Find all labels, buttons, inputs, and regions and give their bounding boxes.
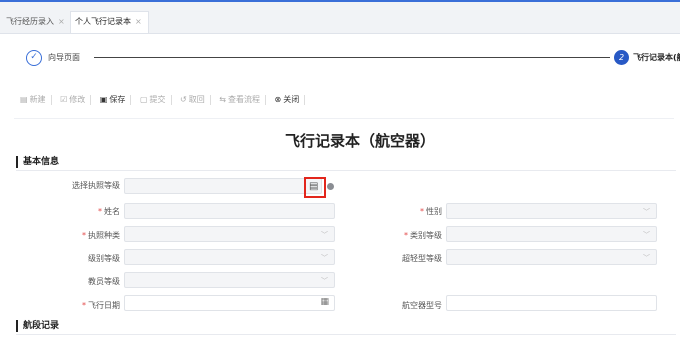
chevron-down-icon: ﹀ [321, 254, 328, 262]
divider [209, 94, 211, 105]
tab-label: 个人飞行记录本 [75, 17, 131, 26]
ultralight-level-select[interactable]: ﹀ [446, 249, 657, 265]
flight-date-input[interactable]: ▦ [124, 295, 335, 311]
check-icon[interactable]: ✓ [26, 50, 42, 66]
section-divider [16, 334, 676, 335]
tab-label: 飞行经历录入 [6, 17, 54, 26]
edit-label: 修改 [69, 95, 86, 104]
tab-personal-logbook[interactable]: 个人飞行记录本 × [70, 11, 149, 33]
save-button[interactable]: ▣ 保存 [100, 94, 126, 105]
picker-icon[interactable]: ▤ [309, 181, 318, 192]
save-label: 保存 [109, 95, 126, 104]
aircraft-model-label: 航空器型号 [402, 301, 442, 310]
new-icon: ▤ [20, 95, 28, 104]
gender-label: * 性别 [420, 207, 442, 216]
withdraw-button[interactable]: ↺ 取回 [180, 94, 205, 105]
category-level-label: * 类别等级 [404, 231, 442, 240]
name-field[interactable] [124, 203, 335, 219]
edit-icon: ☑ [60, 95, 68, 104]
withdraw-icon: ↺ [180, 95, 187, 104]
chevron-down-icon: ﹀ [321, 231, 328, 239]
license-level-label: 选择执照等级 [72, 181, 120, 190]
category-level-select[interactable]: ﹀ [446, 226, 657, 242]
name-label: * 姓名 [98, 207, 120, 216]
tab-close-icon[interactable]: × [58, 17, 65, 26]
chevron-down-icon: ﹀ [321, 277, 328, 285]
section-heading-basic-info: 基本信息 [16, 156, 59, 168]
save-icon: ▣ [99, 95, 108, 104]
class-level-select[interactable]: ﹀ [124, 249, 335, 265]
close-button[interactable]: ⊗ 关闭 [275, 94, 300, 105]
flight-logbook-page: 飞行经历录入 × 个人飞行记录本 × ✓ 向导页面 2 飞行记录本(航 ▤ 新建 ☑ 修… [0, 0, 680, 356]
section-heading-segment-records: 航段记录 [16, 320, 59, 332]
edit-button[interactable]: ☑ 修改 [60, 94, 85, 105]
step-wizard-label[interactable]: 向导页面 [48, 52, 80, 63]
submit-button[interactable]: ▢ 提交 [140, 94, 166, 105]
divider [90, 94, 92, 105]
action-toolbar: ▤ 新建 ☑ 修改 ▣ 保存 ▢ 提交 ↺ 取回 ⇆ 查看流程 ⊗ 关闭 [20, 94, 311, 108]
new-button[interactable]: ▤ 新建 [20, 94, 46, 105]
ultralight-level-label: 超轻型等级 [402, 254, 442, 263]
tab-bar: 飞行经历录入 × 个人飞行记录本 × [0, 0, 680, 34]
step-number-badge[interactable]: 2 [614, 50, 629, 65]
toolbar-divider [14, 118, 674, 119]
flight-date-label: * 飞行日期 [82, 301, 120, 310]
track-label: 查看流程 [228, 95, 260, 104]
divider [50, 94, 52, 105]
wizard-steps: ✓ 向导页面 2 飞行记录本(航 [0, 40, 680, 80]
instructor-level-label: 教员等级 [88, 277, 120, 286]
tab-bar-accent-line [0, 0, 680, 2]
tab-flight-experience-entry[interactable]: 飞行经历录入 × [2, 12, 71, 32]
calendar-icon[interactable]: ▦ [320, 297, 329, 307]
class-level-label: 级别等级 [88, 254, 120, 263]
divider [130, 94, 132, 105]
track-icon: ⇆ [219, 95, 226, 104]
divider [265, 94, 266, 105]
withdraw-label: 取回 [188, 95, 205, 104]
license-type-label: * 执照种类 [82, 231, 120, 240]
instructor-level-select[interactable]: ﹀ [124, 272, 335, 288]
close-label: 关闭 [283, 95, 300, 104]
gender-select[interactable]: ﹀ [446, 203, 657, 219]
step-connector [94, 57, 610, 58]
page-title: 飞行记录本（航空器） [284, 132, 435, 150]
chevron-down-icon: ﹀ [643, 208, 650, 216]
divider [304, 94, 306, 105]
license-level-field[interactable] [124, 178, 322, 194]
help-icon[interactable] [327, 183, 334, 190]
view-flow-button[interactable]: ⇆ 查看流程 [219, 94, 260, 105]
new-label: 新建 [29, 95, 46, 104]
step-logbook-label[interactable]: 飞行记录本(航 [633, 52, 680, 63]
divider [170, 94, 172, 105]
tab-close-icon[interactable]: × [135, 17, 142, 26]
aircraft-model-input[interactable] [446, 295, 657, 311]
submit-label: 提交 [149, 95, 166, 104]
section-divider [16, 170, 676, 171]
license-type-select[interactable]: ﹀ [124, 226, 335, 242]
submit-icon: ▢ [139, 95, 148, 104]
chevron-down-icon: ﹀ [643, 254, 650, 262]
close-circle-icon: ⊗ [274, 95, 282, 104]
chevron-down-icon: ﹀ [643, 231, 650, 239]
